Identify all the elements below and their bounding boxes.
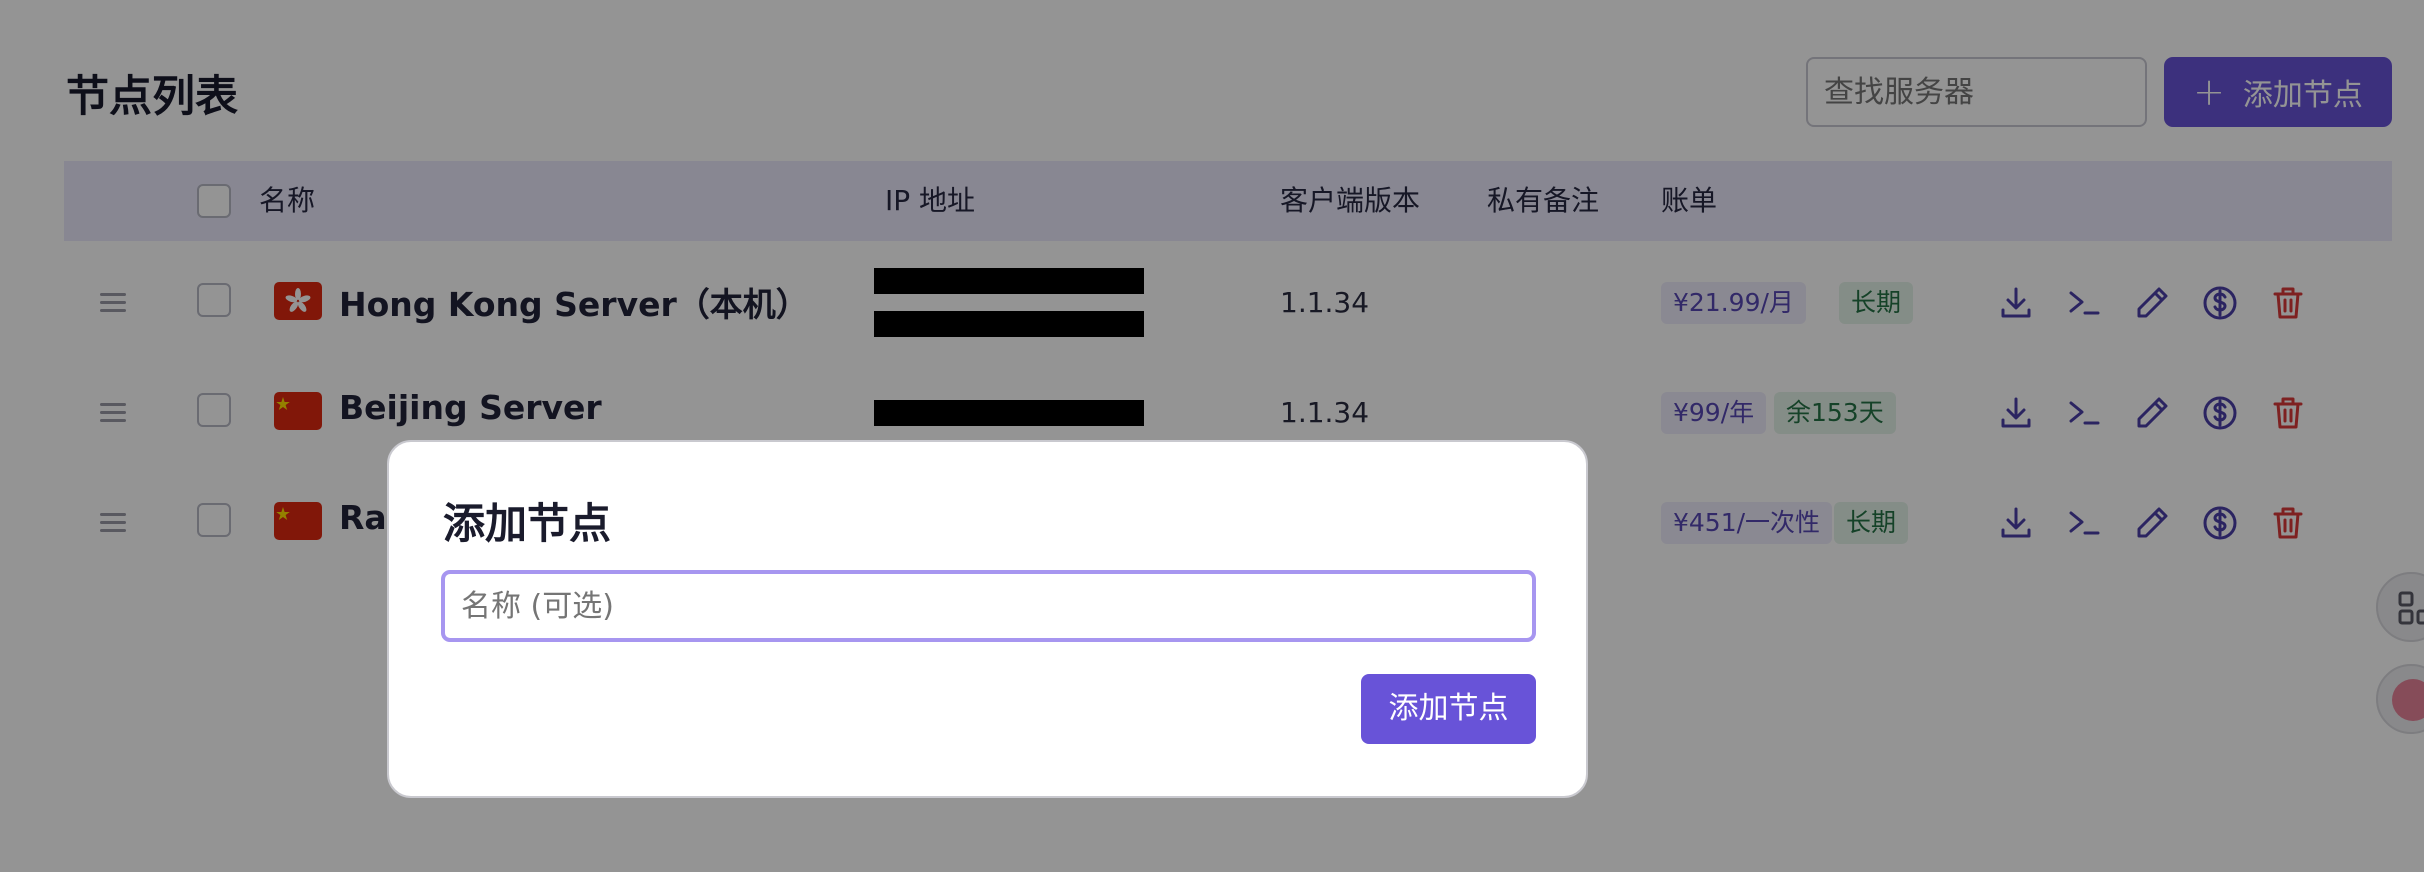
confirm-add-node-button[interactable]: 添加节点 (1361, 674, 1536, 744)
add-node-dialog: 添加节点 添加节点 (387, 440, 1588, 798)
node-name-input[interactable] (441, 570, 1536, 642)
node-list-page: 节点列表 + 添加节点 名称 IP 地址 客户端版本 私有备注 账单 (0, 0, 2424, 872)
dialog-title: 添加节点 (443, 499, 612, 548)
